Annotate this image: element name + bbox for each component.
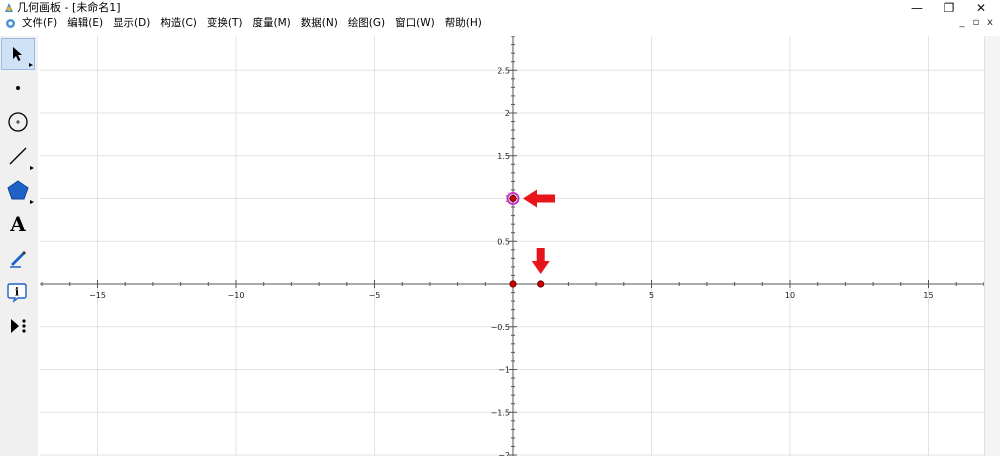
y-tick-label: −2 (498, 451, 510, 456)
arrow-pointer-icon (13, 47, 22, 61)
information-tool[interactable]: i (1, 276, 35, 308)
menu-window[interactable]: 窗口(W) (395, 16, 435, 31)
app-logo-icon (5, 3, 13, 12)
menu-file[interactable]: 文件(F) (22, 16, 57, 31)
grid-lines (40, 36, 984, 456)
menu-construct[interactable]: 构造(C) (160, 16, 197, 31)
tool-menu-arrow-icon (30, 200, 34, 204)
y-tick-label: 0.5 (497, 237, 510, 246)
axes (40, 36, 984, 456)
svg-text:i: i (15, 286, 19, 299)
text-tool[interactable]: A (1, 208, 35, 240)
point (537, 280, 545, 288)
point-tool[interactable] (1, 72, 35, 104)
menu-edit[interactable]: 编辑(E) (67, 16, 103, 31)
polygon-tool[interactable] (1, 174, 35, 206)
y-tick-label: −1 (498, 366, 510, 375)
pen-icon (10, 251, 26, 268)
point-icon (16, 86, 20, 90)
x-tick-label: 5 (649, 291, 654, 300)
vertical-scrollbar[interactable] (984, 36, 1000, 456)
tick-labels: −15 −10 −5 5 10 152.521.510.5−0.5−1−1.5−2 (89, 66, 934, 459)
left-arrow-icon (523, 189, 555, 208)
circle-icon (8, 112, 28, 132)
y-tick-label: 2.5 (497, 66, 510, 75)
down-arrow-icon (531, 248, 550, 274)
minimize-button[interactable]: — (902, 0, 932, 16)
menu-graph[interactable]: 绘图(G) (348, 16, 385, 31)
tool-menu-arrow-icon (30, 166, 34, 170)
toolbox: A i (0, 36, 38, 456)
segment-icon (9, 147, 27, 165)
y-tick-label: 2 (505, 109, 510, 118)
coordinate-plane[interactable]: −15 −10 −5 5 10 152.521.510.5−0.5−1−1.5−2 (40, 35, 985, 459)
menu-number[interactable]: 数据(N) (301, 16, 338, 31)
text-a-icon: A (10, 212, 26, 236)
y-tick-label: 1.5 (497, 152, 510, 161)
point (509, 194, 517, 203)
y-tick-label: −0.5 (491, 323, 510, 332)
pentagon-icon (7, 180, 29, 200)
custom-tool[interactable] (1, 310, 35, 342)
selection-arrow-tool[interactable] (1, 38, 35, 70)
compass-tool[interactable] (1, 106, 35, 138)
point (509, 280, 517, 288)
window-title: 几何画板 - [未命名1] (17, 1, 121, 14)
menu-bar: 文件(F) 编辑(E) 显示(D) 构造(C) 变换(T) 度量(M) 数据(N… (0, 16, 1000, 31)
tool-menu-arrow-icon (29, 63, 33, 67)
document-close-button[interactable]: x (984, 17, 996, 29)
x-tick-label: 15 (923, 291, 933, 300)
menu-measure[interactable]: 度量(M) (252, 16, 290, 31)
document-restore-button[interactable]: ▫ (970, 17, 982, 29)
straightedge-tool[interactable] (1, 140, 35, 172)
x-tick-label: −15 (89, 291, 106, 300)
restore-button[interactable]: ❐ (934, 0, 964, 16)
sketch-canvas[interactable]: −15 −10 −5 5 10 15 2.5 2 1.5 1 0.5 −0.5 −1 −1.5 −2 (40, 35, 985, 459)
close-button[interactable]: ✕ (966, 0, 996, 16)
info-icon: i (7, 283, 27, 303)
menu-transform[interactable]: 变换(T) (207, 16, 243, 31)
x-tick-label: −10 (228, 291, 245, 300)
x-tick-label: 10 (785, 291, 795, 300)
x-tick-label: −5 (369, 291, 381, 300)
document-icon[interactable] (5, 18, 16, 29)
document-minimize-button[interactable]: _ (956, 17, 968, 29)
annotations (523, 189, 555, 274)
title-bar: 几何画板 - [未命名1] — ❐ ✕ (0, 0, 1000, 16)
marker-tool[interactable] (1, 242, 35, 274)
menu-help[interactable]: 帮助(H) (445, 16, 482, 31)
y-tick-label: −1.5 (491, 408, 510, 417)
play-custom-icon (11, 319, 26, 333)
menu-display[interactable]: 显示(D) (113, 16, 150, 31)
